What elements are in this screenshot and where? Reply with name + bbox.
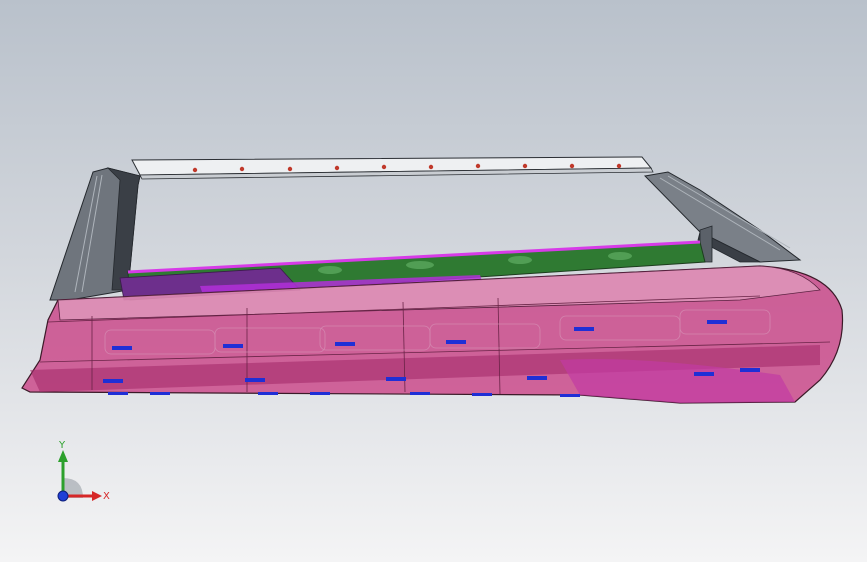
graphics-viewport[interactable]: Y X	[0, 0, 867, 562]
coordinate-triad: Y X	[40, 438, 120, 518]
z-axis-point	[57, 490, 69, 502]
y-axis-label: Y	[58, 440, 66, 451]
top-rail[interactable]	[131, 156, 654, 180]
x-axis-label: X	[103, 491, 110, 502]
cad-model-view[interactable]	[0, 0, 867, 562]
